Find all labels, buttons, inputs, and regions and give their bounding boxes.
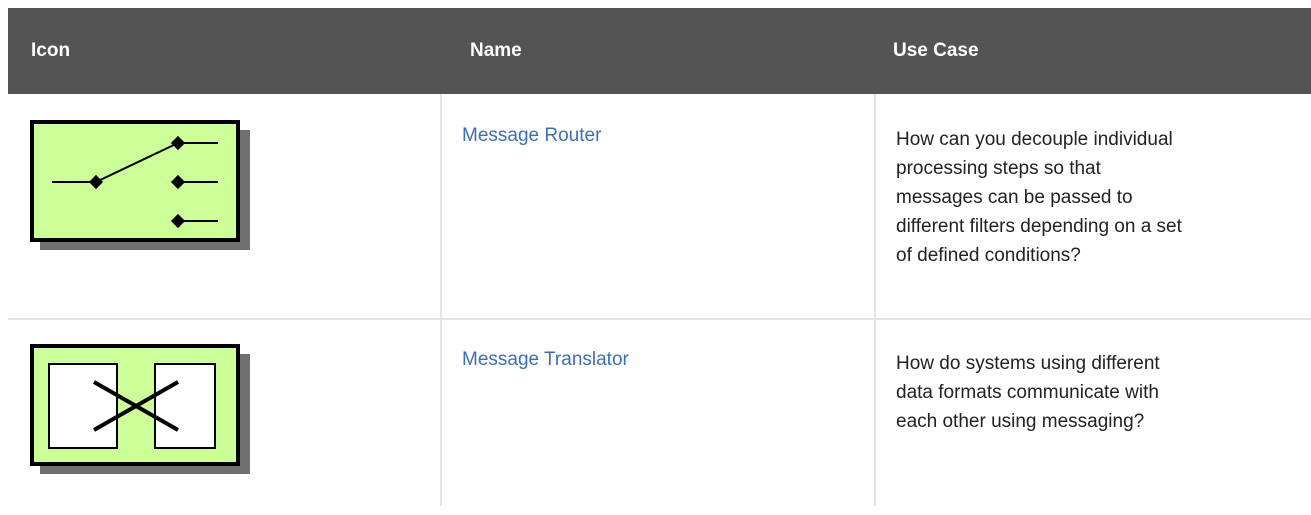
column-divider (440, 320, 442, 506)
message-translator-icon (30, 344, 252, 481)
use-case-line: data formats communicate with (896, 382, 1159, 403)
table-row: Message Translator How do systems using … (8, 320, 1311, 506)
use-case-text: How do systems using different data form… (896, 349, 1286, 436)
header-name: Name (470, 40, 522, 61)
use-case-line: each other using messaging? (896, 411, 1145, 432)
use-case-line: processing steps so that (896, 158, 1101, 179)
column-divider (874, 320, 876, 506)
use-case-line: How do systems using different (896, 353, 1160, 374)
column-divider (440, 94, 442, 318)
eip-table: Icon Name Use Case Message Router How ca… (8, 8, 1311, 506)
header-use-case: Use Case (893, 40, 979, 61)
table-header: Icon Name Use Case (8, 8, 1311, 94)
use-case-text: How can you decouple individual processi… (896, 125, 1286, 270)
message-router-icon (30, 120, 252, 257)
use-case-line: of defined conditions? (896, 245, 1081, 266)
header-icon: Icon (31, 40, 71, 61)
use-case-line: messages can be passed to (896, 187, 1133, 208)
use-case-line: How can you decouple individual (896, 129, 1173, 150)
table-row: Message Router How can you decouple indi… (8, 94, 1311, 320)
message-translator-link[interactable]: Message Translator (462, 349, 629, 371)
message-router-link[interactable]: Message Router (462, 125, 601, 147)
use-case-line: different filters depending on a set (896, 216, 1182, 237)
column-divider (874, 94, 876, 318)
